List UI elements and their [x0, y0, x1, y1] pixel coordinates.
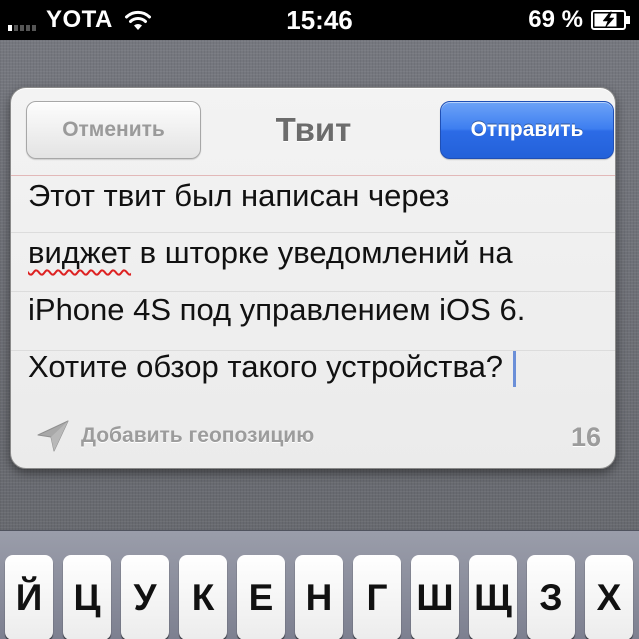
keyboard: Й Ц У К Е Н Г Ш Щ З Х [0, 530, 639, 639]
cancel-button[interactable]: Отменить [26, 101, 201, 159]
key-k[interactable]: К [179, 555, 227, 639]
status-left: YOTA [8, 0, 153, 40]
key-u[interactable]: У [121, 555, 169, 639]
key-g[interactable]: Г [353, 555, 401, 639]
battery-charging-icon [591, 10, 630, 30]
key-shch[interactable]: Щ [469, 555, 517, 639]
tweet-text-fragment: в шторке уведомлений на [139, 235, 513, 270]
wifi-icon [124, 10, 151, 30]
tweet-sheet-header: Отменить Твит Отправить [11, 88, 615, 174]
key-sh[interactable]: Ш [411, 555, 459, 639]
key-kh[interactable]: Х [585, 555, 633, 639]
misspelled-word[interactable]: виджет [28, 235, 131, 270]
add-location-label: Добавить геопозицию [81, 424, 315, 447]
location-arrow-icon [37, 420, 69, 452]
text-cursor [513, 350, 517, 387]
send-button[interactable]: Отправить [440, 101, 614, 159]
sheet-title: Твит [275, 111, 352, 148]
battery-percent: 69 % [528, 6, 583, 33]
key-ts[interactable]: Ц [63, 555, 111, 639]
tweet-text-line-last: Хотите обзор такого устройства? [28, 347, 517, 387]
tweet-text-area[interactable]: Этот твит был написан через виджет в што… [11, 176, 615, 387]
character-count: 16 [570, 422, 601, 452]
tweet-sheet: Отменить Твит Отправить Этот твит был на… [10, 87, 616, 469]
key-z[interactable]: З [527, 555, 575, 639]
signal-strength-icon [8, 9, 38, 31]
key-e[interactable]: Е [237, 555, 285, 639]
tweet-text-line: iPhone 4S под управлением iOS 6. [28, 292, 526, 327]
add-location-button[interactable]: Добавить геопозицию [35, 420, 314, 452]
key-y[interactable]: Й [5, 555, 53, 639]
key-n[interactable]: Н [295, 555, 343, 639]
status-bar: YOTA 15:46 69 % [0, 0, 639, 40]
status-right: 69 % [528, 0, 631, 40]
tweet-text-line: Этот твит был написан через [28, 178, 450, 213]
carrier-name: YOTA [46, 6, 113, 33]
tweet-text-fragment: Хотите обзор такого устройства? [28, 349, 504, 384]
tweet-sheet-footer: Добавить геопозицию 16 [11, 408, 615, 468]
tweet-text-line: виджет в шторке уведомлений на [28, 233, 513, 273]
